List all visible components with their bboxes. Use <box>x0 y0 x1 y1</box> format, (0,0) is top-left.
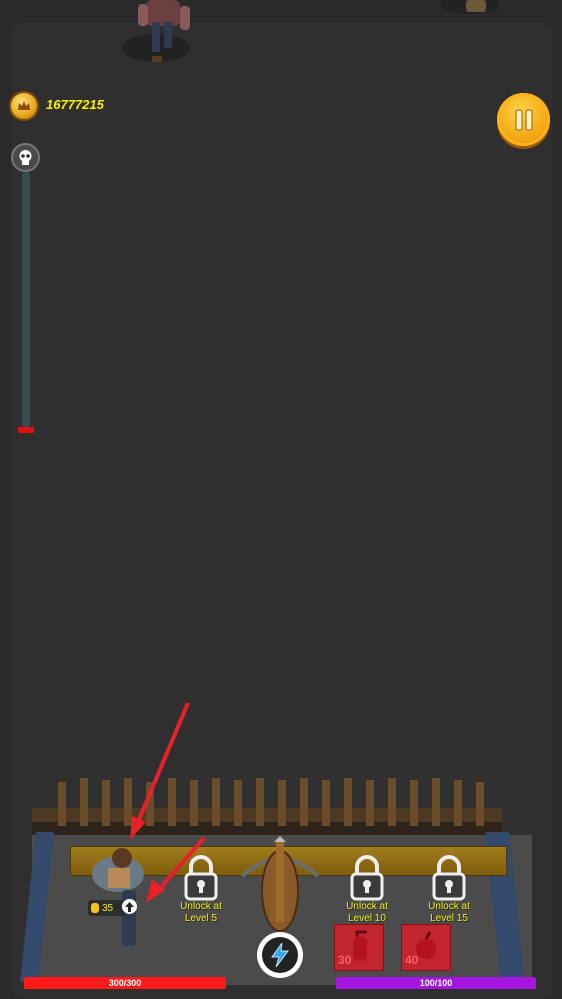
pause-button[interactable] <box>497 93 550 146</box>
powerup-slot-1[interactable]: 30 <box>334 924 384 971</box>
wooden-spike-fence <box>32 778 502 836</box>
lock-icon <box>350 855 384 901</box>
zombie-enemy-partial <box>440 0 500 14</box>
wave-progress-track <box>22 172 30 427</box>
mana-bar-text: 100/100 <box>419 978 453 988</box>
ballista <box>240 836 320 932</box>
lightning-icon <box>271 943 289 967</box>
locked-slot-2: Unlock at Level 10 <box>335 855 399 925</box>
locked-slot-3-label-line1: Unlock at <box>428 901 470 912</box>
pause-icon <box>515 109 532 130</box>
hero-upgrade-cost-value: 35 <box>102 902 114 914</box>
up-arrow-icon <box>125 901 134 912</box>
crown-coin-icon <box>9 91 39 121</box>
locked-slot-2-label-line1: Unlock at <box>346 901 388 912</box>
lock-icon <box>184 855 218 901</box>
wave-progress-marker <box>18 427 34 433</box>
powerup-slot-2[interactable]: 40 <box>401 924 451 971</box>
locked-slot-1-label-line2: Level 5 <box>184 913 218 924</box>
zombie-enemy <box>122 0 190 62</box>
mana-bar: 100/100 <box>336 977 536 989</box>
coin-icon <box>91 903 99 913</box>
locked-slot-1-label-line1: Unlock at <box>180 901 222 912</box>
hero-upgrade-button[interactable] <box>122 899 137 914</box>
locked-slot-3: Unlock at Level 15 <box>417 855 481 925</box>
powerup-slot-2-cost: 40 <box>405 953 419 967</box>
hero-character[interactable] <box>88 840 148 950</box>
skill-button[interactable] <box>257 932 303 978</box>
health-bar-text: 300/300 <box>108 978 142 988</box>
skull-icon <box>11 143 40 172</box>
hero-upgrade-cost: 35 <box>88 900 126 916</box>
health-bar: 300/300 <box>24 977 226 989</box>
coin-count: 16777215 <box>46 97 104 112</box>
lock-icon <box>432 855 466 901</box>
skill-button-inner <box>262 937 298 973</box>
locked-slot-1: Unlock at Level 5 <box>169 855 233 925</box>
powerup-slot-1-cost: 30 <box>338 953 352 967</box>
